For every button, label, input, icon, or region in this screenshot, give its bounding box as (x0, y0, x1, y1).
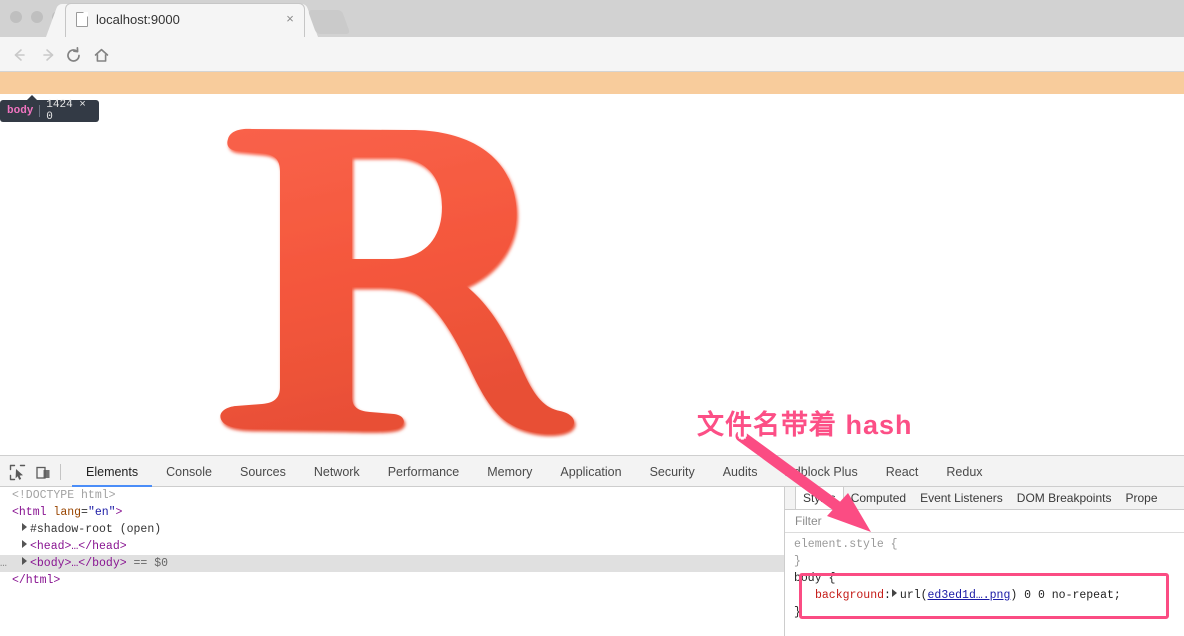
home-icon[interactable] (91, 45, 111, 65)
devtools-tab-label: Sources (240, 465, 286, 479)
chevron-right-icon[interactable] (22, 523, 27, 531)
styles-tab-dom-breakpoints[interactable]: DOM Breakpoints (1010, 487, 1119, 509)
page-viewport: body 1424 × 0 (0, 72, 1184, 455)
dom-row[interactable]: <head>…</head> (0, 538, 784, 555)
back-arrow-icon[interactable] (9, 45, 29, 65)
page-icon (76, 12, 88, 27)
devtools-tab-redux[interactable]: Redux (932, 456, 996, 487)
devtools-tab-label: Redux (946, 465, 982, 479)
styles-tab-label: Event Listeners (920, 491, 1003, 505)
css-value-rest: 0 0 no-repeat; (1024, 589, 1121, 602)
tooltip-divider (39, 105, 40, 117)
doctype-text: <!DOCTYPE html> (12, 489, 116, 502)
devtools-tab-label: Performance (388, 465, 460, 479)
head-node-label: <head>…</head> (30, 540, 127, 553)
devtools-tab-memory[interactable]: Memory (473, 456, 546, 487)
devtools-tab-security[interactable]: Security (636, 456, 709, 487)
browser-tab-title: localhost:9000 (96, 11, 266, 29)
css-property-name[interactable]: background (815, 589, 884, 602)
css-url-open: url( (900, 589, 928, 602)
inspect-tooltip-dimensions: 1424 × 0 (46, 99, 92, 123)
devtools-tab-label: Network (314, 465, 360, 479)
tab-strip: localhost:9000 × (0, 0, 1184, 37)
chevron-right-icon[interactable] (892, 589, 897, 597)
devtools-tab-performance[interactable]: Performance (374, 456, 474, 487)
devtools-tab-sources[interactable]: Sources (226, 456, 300, 487)
devtools-panel: Elements Console Sources Network Performance… (0, 455, 1184, 635)
overflow-ellipsis: … (0, 555, 7, 572)
styles-tab-prope[interactable]: Prope (1118, 487, 1164, 509)
chevron-right-icon[interactable] (22, 540, 27, 548)
devtools-tab-label: Console (166, 465, 212, 479)
close-window-button[interactable] (10, 11, 22, 23)
shadow-root-label: #shadow-root (open) (30, 523, 161, 536)
styles-tab-event-listeners[interactable]: Event Listeners (913, 487, 1010, 509)
element-style-close: } (794, 553, 1184, 570)
body-selector-text: body { (794, 572, 835, 585)
body-rule-close: } (794, 604, 1184, 621)
chevron-right-icon[interactable] (22, 557, 27, 565)
devtools-tab-label: Memory (487, 465, 532, 479)
styles-rules-list[interactable]: element.style { } body { background:url(… (785, 533, 1184, 636)
devtools-tab-elements[interactable]: Elements (72, 456, 152, 487)
selected-node-marker: == $0 (134, 557, 169, 570)
inspect-tooltip-tag: body (7, 105, 33, 117)
toolbar-divider (60, 464, 61, 480)
element-highlight-overlay (0, 72, 1184, 94)
devtools-tab-label: Application (560, 465, 621, 479)
background-declaration[interactable]: background: url(ed3ed1d….png) 0 0 no-repe… (794, 587, 1184, 604)
styles-tab-label: DOM Breakpoints (1017, 491, 1112, 505)
minimize-window-button[interactable] (31, 11, 43, 23)
device-toolbar-icon[interactable] (32, 461, 54, 483)
brace-close: } (794, 555, 801, 568)
dom-row[interactable]: <!DOCTYPE html> (0, 487, 784, 504)
browser-chrome: localhost:9000 × i localhost:9000 (0, 0, 1184, 72)
html-close-tag: </html> (12, 574, 60, 587)
devtools-tab-console[interactable]: Console (152, 456, 226, 487)
devtools-toolbar: Elements Console Sources Network Performance… (0, 456, 1184, 487)
reload-icon[interactable] (63, 45, 83, 65)
devtools-tab-label: Security (650, 465, 695, 479)
annotation-label: 文件名带着 hash (697, 403, 913, 442)
navigation-toolbar: i localhost:9000 FA2JSABPex268T (0, 37, 1184, 72)
brace-close: } (794, 606, 801, 619)
html-open-tag: <html (12, 506, 47, 519)
styles-tab-label: Prope (1125, 491, 1157, 505)
css-colon: : (884, 589, 891, 602)
pink-arrow-icon (735, 432, 895, 542)
body-rule-selector[interactable]: body { (794, 570, 1184, 587)
html-lang-attr: lang (53, 506, 81, 519)
html-lang-value: "en" (88, 506, 116, 519)
css-url-link[interactable]: ed3ed1d….png (928, 589, 1011, 602)
css-url-close: ) (1010, 589, 1017, 602)
attr-equals: = (81, 506, 88, 519)
forward-arrow-icon[interactable] (39, 45, 59, 65)
close-icon[interactable]: × (283, 12, 297, 26)
devtools-tab-label: Elements (86, 465, 138, 479)
dom-row[interactable]: … <body>…</body> == $0 (0, 555, 784, 572)
inspect-tooltip: body 1424 × 0 (0, 100, 99, 122)
devtools-tab-application[interactable]: Application (546, 456, 635, 487)
devtools-tab-network[interactable]: Network (300, 456, 374, 487)
dom-row[interactable]: <html lang="en"> (0, 504, 784, 521)
html-close-bracket: > (116, 506, 123, 519)
letter-r-logo (204, 119, 596, 439)
dom-row[interactable]: </html> (0, 572, 784, 589)
body-node-label: <body>…</body> (30, 557, 127, 570)
inspect-cursor-icon[interactable] (6, 461, 28, 483)
dom-tree-panel[interactable]: <!DOCTYPE html> <html lang="en"> #shadow… (0, 487, 784, 636)
dom-row[interactable]: #shadow-root (open) (0, 521, 784, 538)
